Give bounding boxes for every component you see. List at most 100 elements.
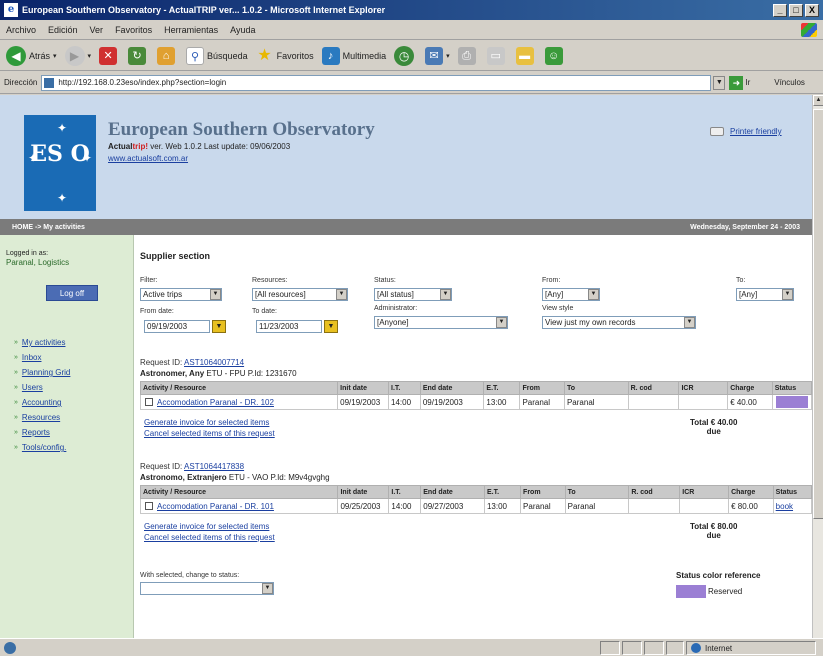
table-header-row: Activity / Resource Init date I.T. End d… xyxy=(139,485,812,499)
activity-link[interactable]: Accomodation Paranal - DR. 101 xyxy=(157,502,274,511)
links-button[interactable]: Vínculos xyxy=(774,78,805,87)
menu-edicion[interactable]: Edición xyxy=(48,25,78,35)
bullet-icon: » xyxy=(14,429,18,436)
site-url-link[interactable]: www.actualsoft.com.ar xyxy=(108,154,188,163)
logoff-button[interactable]: Log off xyxy=(46,285,98,301)
row-checkbox[interactable] xyxy=(145,398,153,407)
mail-dropdown-icon[interactable]: ▾ xyxy=(446,52,450,60)
col-end-date: End date xyxy=(420,485,485,499)
request-id-label: Request ID: xyxy=(140,462,183,471)
sidebar-item-planning-grid[interactable]: » Planning Grid xyxy=(14,365,70,380)
printer-icon xyxy=(710,127,724,136)
col-it: I.T. xyxy=(388,485,422,499)
messenger-button[interactable]: ☺ xyxy=(544,46,566,65)
sidebar-item-label: My activities xyxy=(21,338,66,347)
edit-icon: ▭ xyxy=(486,46,505,65)
home-icon: ⌂ xyxy=(157,46,176,65)
status-select[interactable]: [All status] ▼ xyxy=(374,288,452,301)
with-selected-label: With selected, change to status: xyxy=(140,572,240,579)
go-button[interactable]: Ir xyxy=(745,78,750,87)
request-id-link[interactable]: AST1064417838 xyxy=(184,462,244,471)
sidebar-item-users[interactable]: » Users xyxy=(14,380,70,395)
stop-button[interactable]: ✕ xyxy=(99,46,120,65)
bullet-icon: » xyxy=(14,399,18,406)
request-total: Total € 80.00 due xyxy=(690,522,737,540)
sidebar-item-my-activities[interactable]: » My activities xyxy=(14,335,70,350)
change-status-select[interactable]: ▼ xyxy=(140,582,274,595)
to-date-input[interactable]: 11/23/2003 xyxy=(256,320,322,333)
status-reserved-swatch xyxy=(775,396,808,408)
menu-bar: Archivo Edición Ver Favoritos Herramient… xyxy=(0,20,823,40)
mail-button[interactable]: ✉ ▾ xyxy=(425,46,450,65)
forward-dropdown-icon[interactable]: ▾ xyxy=(88,52,92,60)
menu-herramientas[interactable]: Herramientas xyxy=(164,25,218,35)
administrator-select[interactable]: [Anyone] ▼ xyxy=(374,316,508,329)
request-person-name: Astronomer, Any xyxy=(140,369,205,378)
status-book-link[interactable]: book xyxy=(776,502,793,511)
home-button[interactable]: ⌂ xyxy=(157,46,178,65)
go-arrow-icon[interactable]: ➜ xyxy=(729,75,744,90)
sidebar-item-inbox[interactable]: » Inbox xyxy=(14,350,70,365)
edit-button[interactable]: ▭ xyxy=(486,46,508,65)
from-select[interactable]: [Any] ▼ xyxy=(542,288,600,301)
request-person-line: Astronomo, Extranjero ETU - VAO P.Id: M9… xyxy=(140,473,330,482)
status-filter-label: Status: xyxy=(374,277,396,284)
menu-archivo[interactable]: Archivo xyxy=(6,25,36,35)
breadcrumb[interactable]: HOME -> My activities xyxy=(12,224,85,231)
menu-favoritos[interactable]: Favoritos xyxy=(115,25,152,35)
to-date-calendar-icon[interactable]: ▼ xyxy=(324,320,338,333)
icr-cell xyxy=(679,498,730,514)
filter-select[interactable]: Active trips ▼ xyxy=(140,288,222,301)
cancel-items-link[interactable]: Cancel selected items of this request xyxy=(144,533,275,542)
from-date-calendar-icon[interactable]: ▼ xyxy=(212,320,226,333)
to-select[interactable]: [Any] ▼ xyxy=(736,288,794,301)
multimedia-button[interactable]: ♪ Multimedia xyxy=(321,46,386,65)
cancel-items-link[interactable]: Cancel selected items of this request xyxy=(144,429,275,438)
resources-select[interactable]: [All resources] ▼ xyxy=(252,288,348,301)
sidebar-item-tools-config[interactable]: » Tools/config. xyxy=(14,440,70,455)
print-icon: ⎙ xyxy=(457,46,476,65)
history-icon: ◷ xyxy=(394,45,415,66)
favorites-button[interactable]: ★ Favoritos xyxy=(256,47,313,65)
window-title-bar[interactable]: e European Southern Observatory - Actual… xyxy=(0,0,823,20)
app-name-part2: trip! xyxy=(132,142,149,151)
menu-ver[interactable]: Ver xyxy=(90,25,104,35)
address-input[interactable]: http://192.168.0.23eso/index.php?section… xyxy=(41,74,712,91)
folder-button[interactable]: ▬ xyxy=(515,46,537,65)
view-style-select[interactable]: View just my own records ▼ xyxy=(542,316,696,329)
refresh-button[interactable]: ↻ xyxy=(128,46,149,65)
status-filter-value: [All status] xyxy=(377,290,414,299)
generate-invoice-link[interactable]: Generate invoice for selected items xyxy=(144,418,269,427)
request-id-line: Request ID: AST1064417838 xyxy=(140,462,244,471)
scroll-up-icon[interactable]: ▲ xyxy=(813,95,823,106)
scroll-thumb[interactable] xyxy=(813,109,823,519)
to-value: [Any] xyxy=(739,290,758,299)
print-button[interactable]: ⎙ xyxy=(457,46,479,65)
col-init-date: Init date xyxy=(337,381,390,395)
row-checkbox[interactable] xyxy=(145,502,153,511)
reserved-color-swatch xyxy=(676,585,706,598)
et-cell: 13:00 xyxy=(483,394,521,410)
forward-button[interactable]: ▶ ▾ xyxy=(64,45,92,66)
maximize-button[interactable]: □ xyxy=(789,3,803,17)
sidebar-item-accounting[interactable]: » Accounting xyxy=(14,395,70,410)
address-dropdown-icon[interactable]: ▼ xyxy=(713,75,726,90)
search-button[interactable]: ⚲ Búsqueda xyxy=(186,46,248,65)
back-button[interactable]: ◀ Atrás ▾ xyxy=(6,45,57,66)
printer-friendly-link[interactable]: Printer friendly xyxy=(710,127,782,136)
generate-invoice-link[interactable]: Generate invoice for selected items xyxy=(144,522,269,531)
request-id-link[interactable]: AST1064007714 xyxy=(184,358,244,367)
security-zone: Internet xyxy=(686,641,816,655)
menu-ayuda[interactable]: Ayuda xyxy=(230,25,255,35)
from-date-input[interactable]: 09/19/2003 xyxy=(144,320,210,333)
activity-link[interactable]: Accomodation Paranal - DR. 102 xyxy=(157,398,274,407)
close-button[interactable]: X xyxy=(805,3,819,17)
vertical-scrollbar[interactable]: ▲ xyxy=(812,95,823,638)
history-button[interactable]: ◷ xyxy=(394,45,417,66)
minimize-button[interactable]: _ xyxy=(773,3,787,17)
sidebar-item-reports[interactable]: » Reports xyxy=(14,425,70,440)
administrator-label: Administrator: xyxy=(374,305,418,312)
sidebar-item-resources[interactable]: » Resources xyxy=(14,410,70,425)
back-dropdown-icon[interactable]: ▾ xyxy=(53,52,57,60)
sidebar: Logged in as: Paranal, Logistics Log off… xyxy=(0,235,134,638)
